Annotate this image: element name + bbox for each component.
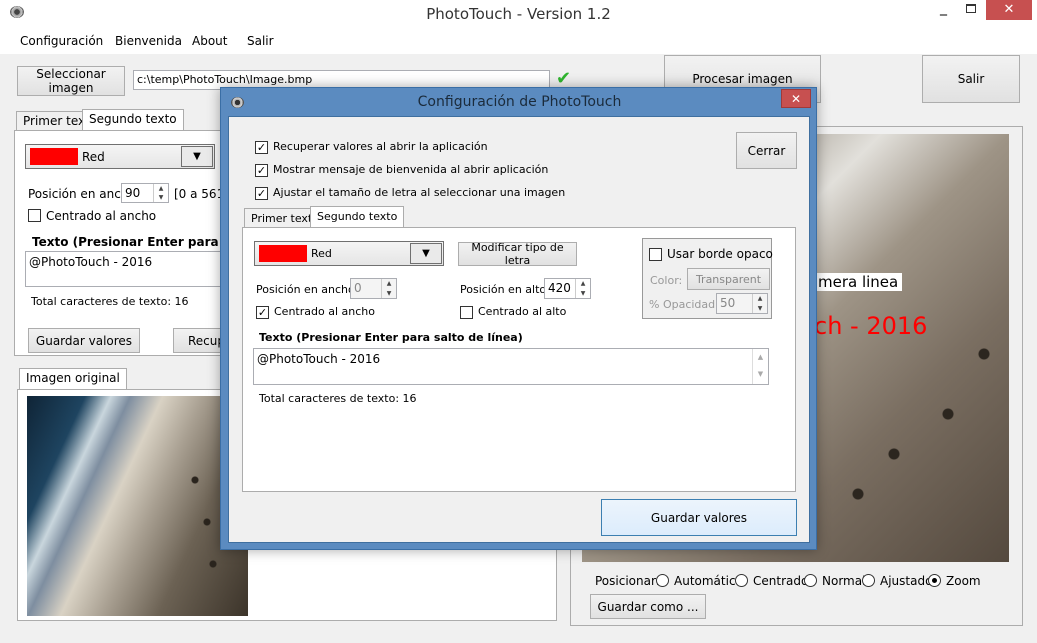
dialog-height-pos-value: 420 — [548, 281, 571, 295]
opacity-value: 50 — [720, 296, 736, 310]
dialog-color-swatch — [259, 245, 307, 262]
image-path-value: c:\temp\PhotoTouch\Image.bmp — [137, 73, 313, 86]
textarea-scrollbar[interactable]: ▲ ▼ — [752, 349, 768, 384]
dialog-tab-segundo-texto[interactable]: Segundo texto — [310, 206, 405, 228]
menu-about[interactable]: About — [192, 34, 227, 48]
radio-normal[interactable] — [804, 574, 817, 587]
dialog-text-area[interactable]: @PhotoTouch - 2016 ▲ ▼ — [253, 348, 769, 385]
minimize-icon[interactable]: _ — [940, 0, 952, 20]
dialog-width-pos-label: Posición en ancho: — [256, 283, 359, 296]
dialog-save-button[interactable]: Guardar valores — [601, 499, 797, 536]
spin-down-icon[interactable]: ▼ — [381, 288, 396, 298]
original-image-tab[interactable]: Imagen original — [19, 368, 127, 390]
spin-up-icon[interactable]: ▲ — [381, 279, 396, 289]
dialog-text-value: @PhotoTouch - 2016 — [257, 352, 381, 366]
main-width-pos-value: 90 — [125, 186, 141, 200]
dialog-text-heading: Texto (Presionar Enter para salto de lín… — [259, 331, 523, 344]
radio-centrado[interactable] — [735, 574, 748, 587]
radio-centrado-label: Centrado — [753, 574, 809, 588]
spin-up-icon[interactable]: ▲ — [575, 279, 590, 289]
opaque-border-label: Usar borde opaco — [667, 247, 773, 261]
opacity-spinner[interactable]: 50 ▲ ▼ — [716, 293, 768, 314]
dialog-center-width-checkbox[interactable]: ✓ — [256, 306, 269, 319]
preview-text-line1: mera linea — [814, 273, 903, 291]
radio-normal-label: Normal — [822, 574, 866, 588]
main-color-swatch — [30, 148, 78, 165]
main-tab-segundo-texto[interactable]: Segundo texto — [82, 109, 184, 131]
dialog-width-pos-value: 0 — [354, 281, 362, 295]
position-label: Posicionar: — [595, 574, 660, 588]
main-color-combo[interactable]: Red ▼ — [25, 144, 215, 169]
dialog-total-chars: Total caracteres de texto: 16 — [259, 392, 417, 405]
spin-up-icon[interactable]: ▲ — [153, 184, 168, 193]
main-text-value: @PhotoTouch - 2016 — [29, 255, 153, 269]
dialog-client: ✓ Recuperar valores al abrir la aplicaci… — [228, 116, 810, 543]
modify-font-button[interactable]: Modificar tipo de letra — [458, 241, 577, 267]
option-recover-label: Recuperar valores al abrir la aplicación — [273, 140, 488, 153]
select-image-button[interactable]: Seleccionar imagen — [17, 66, 125, 96]
close-window-button[interactable]: ✕ — [986, 0, 1032, 20]
menu-bienvenida[interactable]: Bienvenida — [115, 34, 182, 48]
dialog-title: Configuración de PhotoTouch — [417, 94, 622, 110]
dialog-height-pos-spinner[interactable]: 420 ▲ ▼ — [544, 278, 591, 299]
spin-down-icon[interactable]: ▼ — [153, 193, 168, 202]
main-total-chars: Total caracteres de texto: 16 — [31, 295, 189, 308]
dialog-close-icon[interactable]: ✕ — [781, 89, 811, 108]
preview-text-line2: ch - 2016 — [814, 312, 928, 340]
dialog-color-value: Red — [311, 247, 332, 260]
option-fontsize-label: Ajustar el tamaño de letra al selecciona… — [273, 186, 566, 199]
dialog-center-height-checkbox[interactable] — [460, 306, 473, 319]
dialog-color-combo[interactable]: Red ▼ — [254, 241, 444, 266]
preview-footprints — [822, 334, 1002, 534]
option-recover-checkbox[interactable]: ✓ — [255, 141, 268, 154]
config-dialog: Configuración de PhotoTouch ✕ ✓ Recupera… — [220, 87, 817, 550]
save-as-button[interactable]: Guardar como ... — [590, 594, 706, 619]
preview-line1-value: mera linea — [818, 273, 899, 291]
main-color-value: Red — [82, 150, 105, 164]
title-bar: PhotoTouch - Version 1.2 _ ✕ — [0, 0, 1037, 28]
main-center-width-checkbox[interactable] — [28, 209, 41, 222]
valid-check-icon: ✔ — [556, 68, 572, 89]
spin-up-icon[interactable]: ▲ — [752, 294, 767, 304]
maximize-icon[interactable] — [966, 4, 976, 13]
main-width-pos-spinner[interactable]: 90 ▲ ▼ — [121, 183, 169, 203]
exit-button[interactable]: Salir — [922, 55, 1020, 103]
radio-automatico-label: Automático — [674, 574, 743, 588]
window-title: PhotoTouch - Version 1.2 — [426, 5, 611, 23]
main-save-values-button[interactable]: Guardar valores — [28, 328, 140, 353]
main-center-width-label: Centrado al ancho — [46, 209, 157, 223]
spin-down-icon[interactable]: ▼ — [575, 288, 590, 298]
radio-ajustado[interactable] — [862, 574, 875, 587]
dialog-height-pos-label: Posición en alto: — [460, 283, 550, 296]
dialog-center-width-label: Centrado al ancho — [274, 305, 375, 318]
radio-ajustado-label: Ajustado — [880, 574, 933, 588]
opaque-border-checkbox[interactable] — [649, 248, 662, 261]
dialog-width-pos-spinner[interactable]: 0 ▲ ▼ — [350, 278, 397, 299]
dialog-chevron-down-icon[interactable]: ▼ — [410, 243, 442, 264]
menu-salir[interactable]: Salir — [247, 34, 274, 48]
spin-down-icon[interactable]: ▼ — [752, 303, 767, 313]
radio-automatico[interactable] — [656, 574, 669, 587]
border-color-label: Color: — [650, 274, 683, 287]
chevron-down-icon[interactable]: ▼ — [181, 146, 213, 167]
opaque-border-group: Usar borde opaco Color: Transparent % Op… — [642, 238, 773, 319]
menu-configuracion[interactable]: Configuración — [20, 34, 103, 48]
opacity-label: % Opacidad: — [649, 298, 719, 311]
original-beach-image — [27, 396, 248, 616]
menu-bar: Configuración Bienvenida About Salir — [0, 28, 1037, 54]
main-text-area[interactable]: @PhotoTouch - 2016 — [25, 251, 225, 287]
dialog-close-button[interactable]: Cerrar — [736, 132, 797, 169]
dialog-center-height-label: Centrado al alto — [478, 305, 567, 318]
option-fontsize-checkbox[interactable]: ✓ — [255, 187, 268, 200]
border-color-button[interactable]: Transparent — [687, 268, 770, 290]
radio-zoom-label: Zoom — [946, 574, 981, 588]
option-welcome-label: Mostrar mensaje de bienvenida al abrir a… — [273, 163, 549, 176]
radio-zoom[interactable] — [928, 574, 941, 587]
option-welcome-checkbox[interactable]: ✓ — [255, 164, 268, 177]
